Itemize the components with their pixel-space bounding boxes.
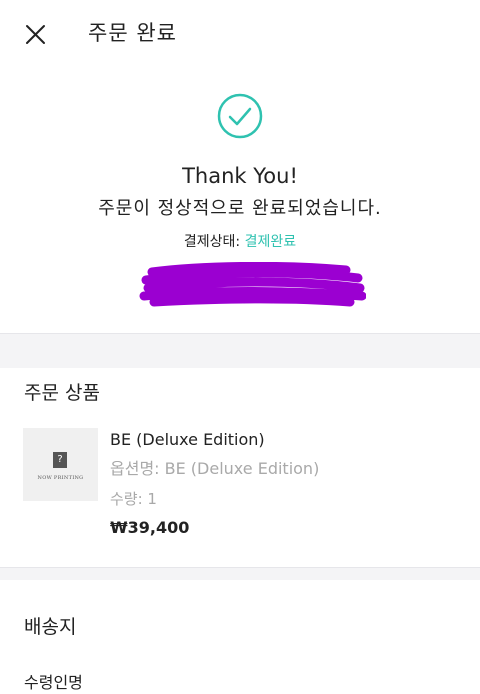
payment-status-value: 결제완료 xyxy=(244,234,297,250)
product-price: ₩39,400 xyxy=(110,518,190,537)
placeholder-image-icon: ? xyxy=(53,452,67,468)
product-name[interactable]: BE (Deluxe Edition) xyxy=(110,429,265,451)
product-quantity: 수량: 1 xyxy=(110,490,157,508)
order-complete-section: Thank You! 주문이 정상적으로 완료되었습니다. 결제상태: 결제완료 xyxy=(0,66,480,334)
payment-status: 결제상태: 결제완료 xyxy=(0,231,480,253)
section-divider xyxy=(0,567,480,580)
page-title: 주문 완료 xyxy=(88,21,177,45)
products-section-title: 주문 상품 xyxy=(24,382,100,404)
recipient-name-label: 수령인명 xyxy=(24,673,83,692)
product-option: 옵션명: BE (Deluxe Edition) xyxy=(110,459,320,478)
order-complete-message: 주문이 정상적으로 완료되었습니다. xyxy=(98,198,382,219)
check-circle-icon xyxy=(217,93,263,139)
close-icon xyxy=(26,25,45,44)
redaction-scribble xyxy=(139,262,366,307)
top-bar: 주문 완료 xyxy=(0,0,480,66)
now-printing-label: NOW PRINTING xyxy=(37,475,84,481)
thank-you-text: Thank You! xyxy=(182,164,298,188)
product-thumbnail[interactable]: ? NOW PRINTING xyxy=(23,428,98,501)
shipping-section-title: 배송지 xyxy=(24,616,77,638)
section-divider xyxy=(0,333,480,368)
close-button[interactable] xyxy=(18,18,52,52)
payment-status-label: 결제상태: xyxy=(183,234,245,250)
